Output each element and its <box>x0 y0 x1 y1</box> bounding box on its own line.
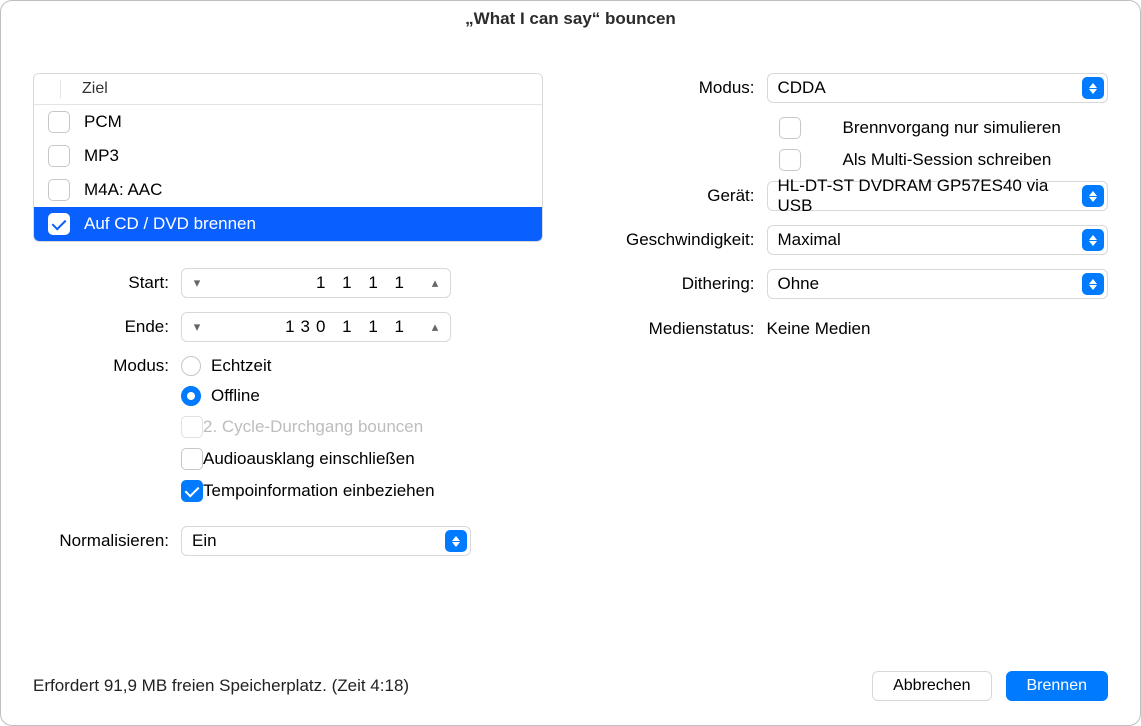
cancel-button[interactable]: Abbrechen <box>872 671 991 701</box>
checkbox-icon[interactable] <box>181 480 203 502</box>
target-row-m4a[interactable]: M4A: AAC <box>34 173 542 207</box>
window-title: „What I can say“ bouncen <box>1 1 1140 37</box>
media-status-label: Medienstatus: <box>599 319 767 339</box>
left-modus-label: Modus: <box>33 356 181 376</box>
checkbox-icon[interactable] <box>779 149 801 171</box>
radio-icon[interactable] <box>181 356 201 376</box>
required-space-label: Erfordert 91,9 MB freien Speicherplatz. … <box>33 676 409 696</box>
target-check-mp3[interactable] <box>48 145 70 167</box>
multi-session-option[interactable]: Als Multi-Session schreiben <box>779 149 1109 171</box>
modus-realtime-label: Echtzeit <box>211 356 271 376</box>
dither-label: Dithering: <box>599 274 767 294</box>
audio-tail-option[interactable]: Audioausklang einschließen <box>181 448 543 470</box>
target-check-m4a[interactable] <box>48 179 70 201</box>
burn-button[interactable]: Brennen <box>1006 671 1109 701</box>
burn-modus-select[interactable]: CDDA <box>767 73 1109 103</box>
start-value: 1 1 1 1 <box>212 273 420 293</box>
select-arrows-icon <box>1082 229 1104 251</box>
radio-icon[interactable] <box>181 386 201 406</box>
normalize-label: Normalisieren: <box>33 531 181 551</box>
checkbox-icon[interactable] <box>779 117 801 139</box>
tempo-info-label: Tempoinformation einbeziehen <box>203 481 435 501</box>
multi-session-label: Als Multi-Session schreiben <box>843 150 1052 170</box>
target-format-list: Ziel PCM MP3 M4A: AAC Auf CD / DVD brenn… <box>33 73 543 242</box>
target-label: PCM <box>84 112 122 132</box>
start-label: Start: <box>33 273 181 293</box>
tempo-info-option[interactable]: Tempoinformation einbeziehen <box>181 480 543 502</box>
normalize-value: Ein <box>192 531 217 551</box>
select-arrows-icon <box>445 530 467 552</box>
target-check-burn[interactable] <box>48 213 70 235</box>
chevron-down-icon[interactable]: ▾ <box>182 313 212 341</box>
checkbox-icon <box>181 416 203 438</box>
target-label: Auf CD / DVD brennen <box>84 214 256 234</box>
end-position-field[interactable]: ▾ 130 1 1 1 ▴ <box>181 312 451 342</box>
target-check-pcm[interactable] <box>48 111 70 133</box>
device-label: Gerät: <box>599 186 767 206</box>
media-status-value: Keine Medien <box>767 319 871 339</box>
device-value: HL-DT-ST DVDRAM GP57ES40 via USB <box>778 176 1083 216</box>
end-value: 130 1 1 1 <box>212 317 420 337</box>
device-select[interactable]: HL-DT-ST DVDRAM GP57ES40 via USB <box>767 181 1109 211</box>
simulate-burn-label: Brennvorgang nur simulieren <box>843 118 1061 138</box>
select-arrows-icon <box>1082 77 1104 99</box>
speed-select[interactable]: Maximal <box>767 225 1109 255</box>
modus-offline-label: Offline <box>211 386 260 406</box>
select-arrows-icon <box>1082 185 1104 207</box>
dither-select[interactable]: Ohne <box>767 269 1109 299</box>
chevron-up-icon[interactable]: ▴ <box>420 269 450 297</box>
checkbox-icon[interactable] <box>181 448 203 470</box>
audio-tail-label: Audioausklang einschließen <box>203 449 415 469</box>
target-row-burn[interactable]: Auf CD / DVD brennen <box>34 207 542 241</box>
target-list-header[interactable]: Ziel <box>34 74 542 105</box>
speed-label: Geschwindigkeit: <box>599 230 767 250</box>
end-label: Ende: <box>33 317 181 337</box>
target-label: MP3 <box>84 146 119 166</box>
second-cycle-label: 2. Cycle-Durchgang bouncen <box>203 417 423 437</box>
start-position-field[interactable]: ▾ 1 1 1 1 ▴ <box>181 268 451 298</box>
normalize-select[interactable]: Ein <box>181 526 471 556</box>
second-cycle-option: 2. Cycle-Durchgang bouncen <box>181 416 543 438</box>
select-arrows-icon <box>1082 273 1104 295</box>
chevron-down-icon[interactable]: ▾ <box>182 269 212 297</box>
target-row-pcm[interactable]: PCM <box>34 105 542 139</box>
bounce-dialog: „What I can say“ bouncen Ziel PCM MP3 M4… <box>0 0 1141 726</box>
simulate-burn-option[interactable]: Brennvorgang nur simulieren <box>779 117 1109 139</box>
modus-offline-option[interactable]: Offline <box>181 386 543 406</box>
speed-value: Maximal <box>778 230 841 250</box>
chevron-up-icon[interactable]: ▴ <box>420 313 450 341</box>
modus-realtime-option[interactable]: Echtzeit <box>181 356 543 376</box>
dither-value: Ohne <box>778 274 820 294</box>
target-label: M4A: AAC <box>84 180 162 200</box>
right-modus-label: Modus: <box>599 78 767 98</box>
burn-modus-value: CDDA <box>778 78 826 98</box>
target-row-mp3[interactable]: MP3 <box>34 139 542 173</box>
